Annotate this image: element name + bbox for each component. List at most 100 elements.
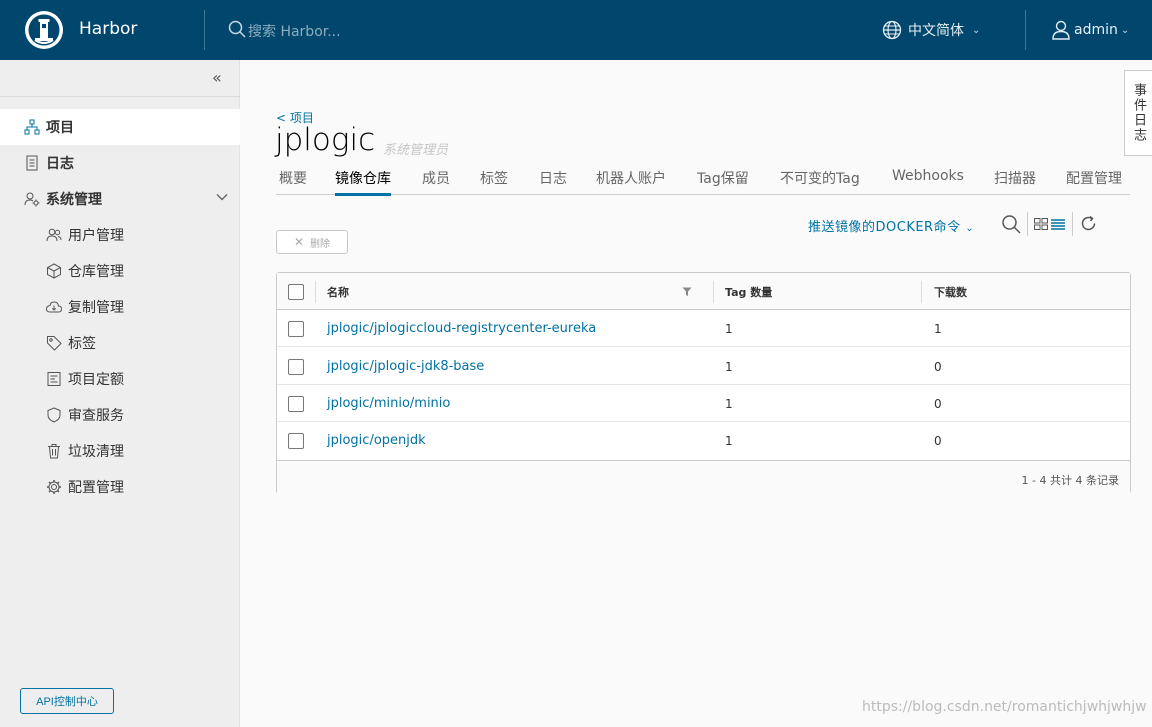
column-header-name[interactable]: 名称 — [327, 273, 349, 310]
language-label: 中文简体 — [908, 23, 964, 39]
row-checkbox[interactable] — [288, 432, 304, 449]
column-header-tags[interactable]: Tag 数量 — [725, 273, 772, 310]
chevron-down-icon: ⌄ — [965, 223, 975, 234]
filter-icon[interactable] — [682, 273, 692, 310]
sidebar-item-label: 标签 — [68, 336, 96, 352]
tab-webhooks[interactable]: Webhooks — [892, 168, 964, 195]
sidebar-item-label: 仓库管理 — [68, 264, 124, 280]
close-icon: ✕ — [293, 235, 305, 249]
push-command-dropdown[interactable]: 推送镜像的DOCKER命令 ⌄ — [808, 216, 974, 235]
quota-icon — [46, 371, 62, 387]
tab-scanners[interactable]: 扫描器 — [994, 168, 1036, 195]
table-footer: 1 - 4 共计 4 条记录 — [277, 460, 1130, 494]
globe-icon — [882, 20, 902, 40]
harbor-logo[interactable] — [24, 10, 64, 50]
sidebar-item-labels[interactable]: 标签 — [0, 325, 240, 361]
repository-link[interactable]: jplogic/openjdk — [327, 422, 426, 459]
pull-count: 0 — [934, 433, 942, 448]
list-view-icon[interactable] — [1051, 219, 1065, 234]
sidebar-item-label: 垃圾清理 — [68, 444, 124, 460]
event-log-tab[interactable]: 事件日志 — [1124, 70, 1152, 156]
watermark: https://blog.csdn.net/romantichjwhjwhjw — [862, 699, 1147, 715]
global-search[interactable]: 搜索 Harbor... — [228, 20, 341, 42]
table-row: jplogic/openjdk 1 0 — [277, 422, 1130, 459]
row-checkbox[interactable] — [288, 358, 304, 375]
sidebar-item-label: 系统管理 — [46, 192, 102, 208]
admin-icon — [24, 191, 40, 207]
card-view-icon[interactable] — [1034, 218, 1048, 234]
repository-link[interactable]: jplogic/minio/minio — [327, 385, 450, 422]
chevron-down-icon — [216, 191, 228, 207]
logs-icon — [24, 155, 40, 171]
tab-labels[interactable]: 标签 — [480, 168, 508, 195]
tab-robot-accounts[interactable]: 机器人账户 — [596, 168, 666, 195]
chevron-down-icon: ⌄ — [972, 24, 981, 36]
repository-table: 名称 Tag 数量 下载数 jplogic/jplogiccloud-regis… — [276, 272, 1131, 494]
sidebar-item-admin[interactable]: 系统管理 — [0, 181, 240, 217]
project-tabs: 概要 镜像仓库 成员 标签 日志 机器人账户 Tag保留 不可变的Tag Web… — [276, 166, 1130, 196]
chevron-down-icon: ⌄ — [1120, 24, 1130, 36]
tab-tag-retention[interactable]: Tag保留 — [697, 168, 749, 195]
search-icon — [228, 20, 248, 42]
tab-summary[interactable]: 概要 — [279, 168, 307, 195]
users-icon — [46, 227, 62, 243]
sidebar-item-quotas[interactable]: 项目定额 — [0, 361, 240, 397]
collapse-sidebar-icon[interactable]: « — [212, 68, 222, 87]
pagination-summary: 1 - 4 共计 4 条记录 — [1021, 474, 1119, 487]
row-checkbox[interactable] — [288, 320, 304, 337]
sidebar-item-configuration[interactable]: 配置管理 — [0, 469, 240, 505]
tab-members[interactable]: 成员 — [422, 168, 450, 195]
sidebar-item-label: 项目定额 — [68, 372, 124, 388]
sidebar-item-scanners[interactable]: 审查服务 — [0, 397, 240, 433]
header-divider — [1025, 10, 1026, 50]
tab-configuration[interactable]: 配置管理 — [1066, 168, 1122, 195]
table-row: jplogic/minio/minio 1 0 — [277, 385, 1130, 422]
sidebar-item-logs[interactable]: 日志 — [0, 145, 240, 181]
shield-icon — [46, 407, 62, 423]
row-checkbox[interactable] — [288, 395, 304, 412]
column-divider — [921, 281, 922, 303]
tab-repositories[interactable]: 镜像仓库 — [335, 168, 391, 196]
user-menu[interactable]: admin ⌄ — [1052, 18, 1129, 42]
sidebar-item-label: 日志 — [46, 156, 74, 172]
user-icon — [1052, 20, 1070, 40]
trash-icon — [46, 443, 62, 459]
search-placeholder: 搜索 Harbor... — [248, 24, 341, 40]
select-all-cell — [288, 273, 304, 310]
sidebar-item-registries[interactable]: 仓库管理 — [0, 253, 240, 289]
sidebar-item-replications[interactable]: 复制管理 — [0, 289, 240, 325]
app-brand[interactable]: Harbor — [79, 19, 137, 39]
sidebar-item-label: 配置管理 — [68, 480, 124, 496]
sidebar-divider — [0, 96, 240, 97]
registry-icon — [46, 263, 62, 279]
header-divider — [204, 10, 205, 50]
search-icon[interactable] — [1001, 214, 1021, 238]
cloud-icon — [46, 299, 62, 315]
push-command-label: 推送镜像的DOCKER命令 — [808, 220, 961, 235]
sidebar-item-label: 项目 — [46, 120, 74, 136]
toolbar-divider — [1027, 212, 1028, 236]
language-selector[interactable]: 中文简体 ⌄ — [882, 18, 980, 42]
column-divider — [315, 281, 316, 303]
sidebar-item-gc[interactable]: 垃圾清理 — [0, 433, 240, 469]
select-all-checkbox[interactable] — [288, 283, 304, 300]
tag-count: 1 — [725, 396, 733, 411]
sidebar-item-label: 复制管理 — [68, 300, 124, 316]
sidebar-item-users[interactable]: 用户管理 — [0, 217, 240, 253]
column-header-pulls[interactable]: 下载数 — [934, 273, 967, 310]
sidebar-item-projects[interactable]: 项目 — [0, 109, 240, 145]
pull-count: 0 — [934, 396, 942, 411]
repository-link[interactable]: jplogic/jplogic-jdk8-base — [327, 348, 484, 385]
projects-icon — [24, 119, 40, 135]
repository-link[interactable]: jplogic/jplogiccloud-registrycenter-eure… — [327, 310, 596, 347]
api-explorer-button[interactable]: API控制中心 — [20, 688, 114, 714]
table-header: 名称 Tag 数量 下载数 — [277, 273, 1130, 310]
delete-button[interactable]: ✕ 删除 — [276, 230, 348, 254]
tab-immutable-tags[interactable]: 不可变的Tag — [780, 168, 860, 195]
username: admin — [1074, 22, 1118, 38]
tag-count: 1 — [725, 321, 733, 336]
tab-logs[interactable]: 日志 — [539, 168, 567, 195]
sidebar-item-label: 用户管理 — [68, 228, 124, 244]
refresh-icon[interactable] — [1080, 215, 1097, 236]
project-role: 系统管理员 — [383, 143, 449, 158]
